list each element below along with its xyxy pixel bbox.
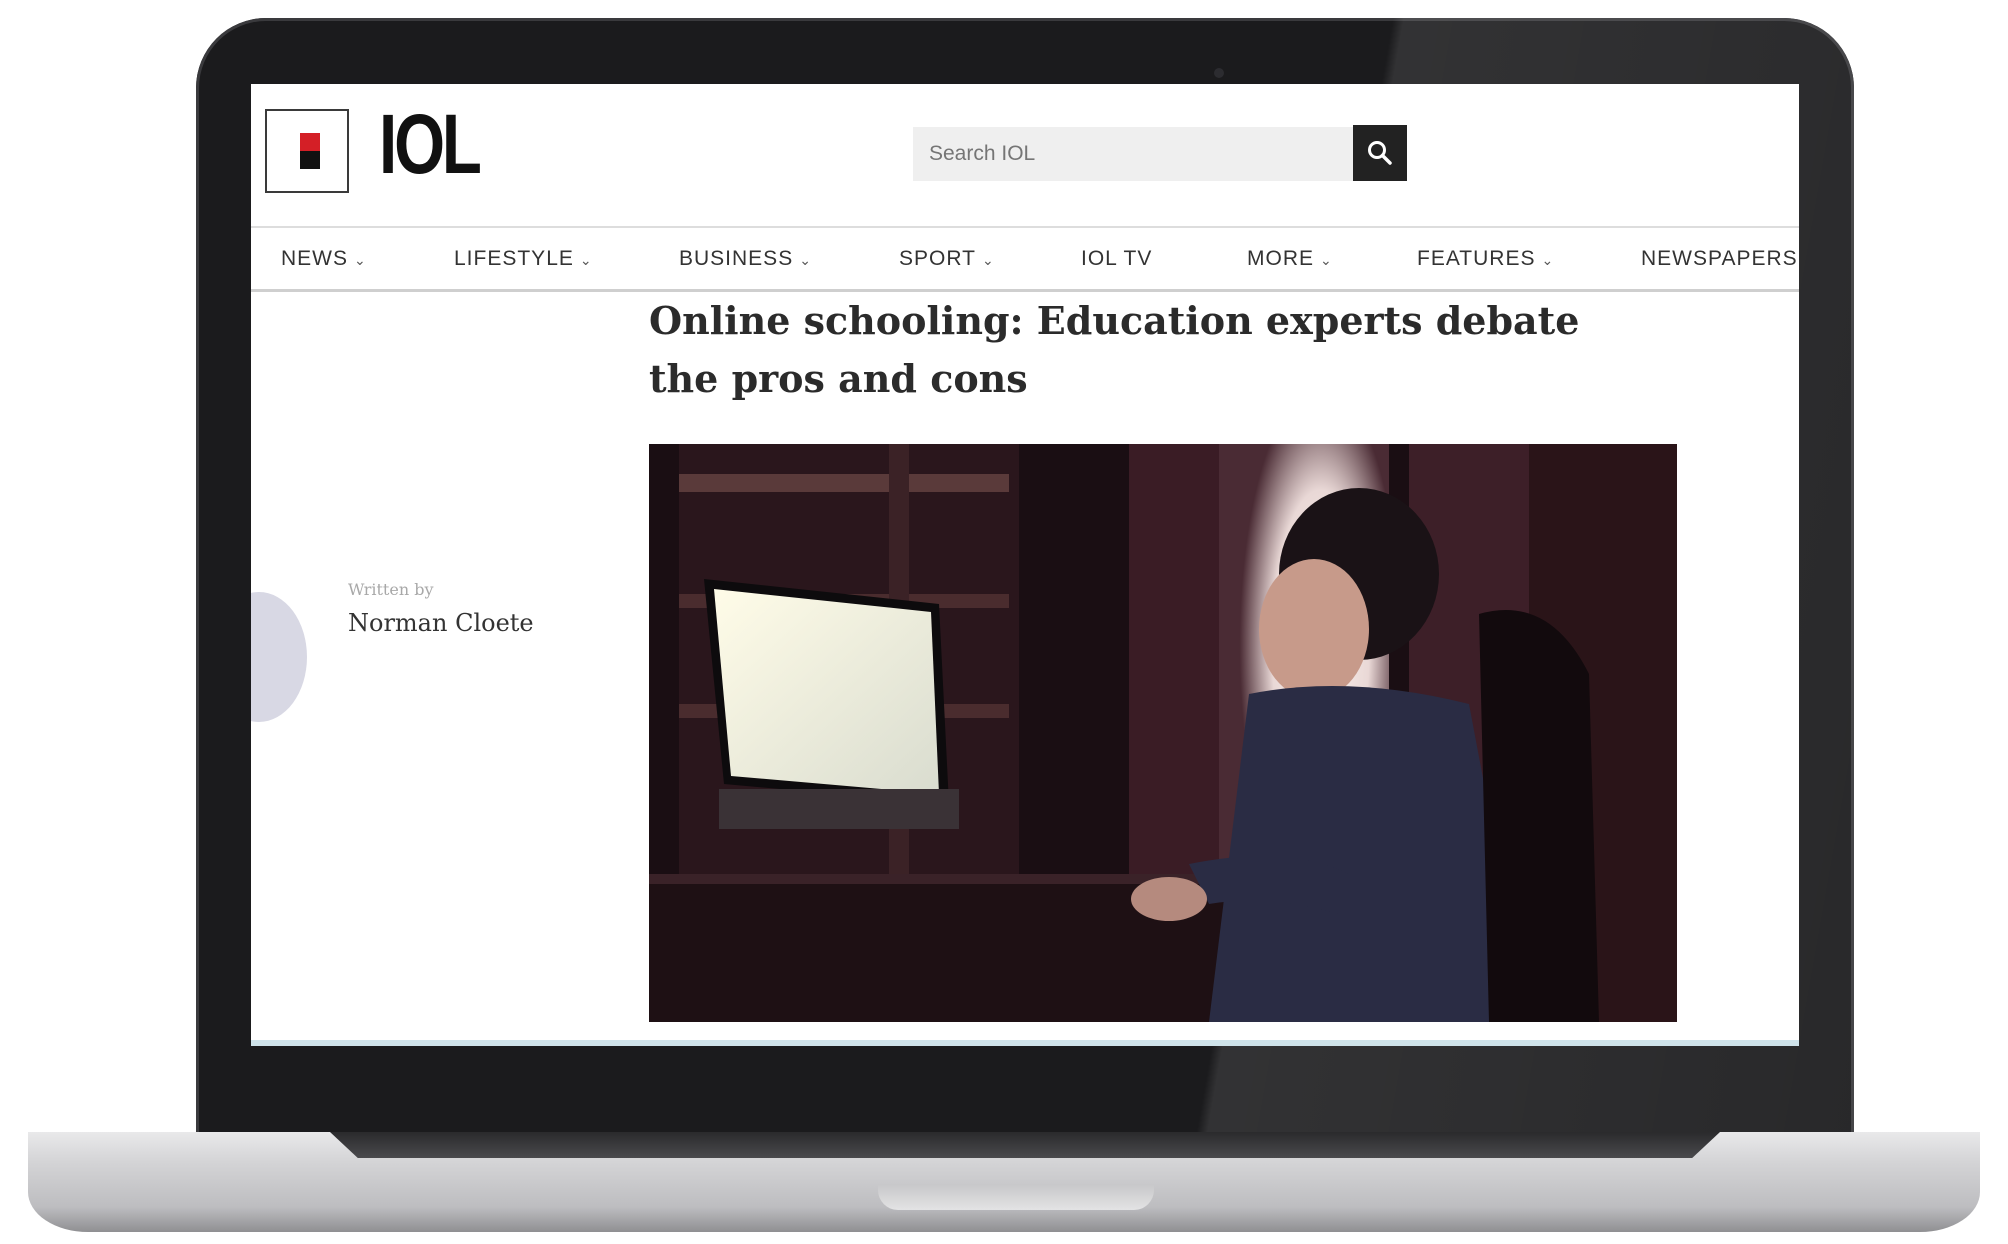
nav-label: IOL TV: [1081, 247, 1153, 270]
nav-item-lifestyle[interactable]: LIFESTYLE ⌄: [454, 228, 593, 290]
article-hero-image[interactable]: [649, 444, 1677, 1022]
search-button[interactable]: [1353, 125, 1407, 181]
main-nav: NEWS ⌄ LIFESTYLE ⌄ BUSINESS ⌄ SPORT ⌄ IOL TV…: [251, 226, 1799, 292]
logo-wordmark[interactable]: IOL: [379, 102, 482, 186]
nav-item-news[interactable]: NEWS ⌄: [281, 228, 367, 290]
search-icon: [1368, 141, 1392, 165]
logo-mark[interactable]: [265, 109, 349, 193]
search-input[interactable]: [913, 127, 1353, 181]
nav-item-sport[interactable]: SPORT ⌄: [899, 228, 995, 290]
logo-red-block: [300, 133, 320, 151]
nav-item-business[interactable]: BUSINESS ⌄: [679, 228, 812, 290]
chevron-down-icon: ⌄: [1541, 252, 1555, 268]
nav-item-iol-tv[interactable]: IOL TV: [1081, 228, 1152, 290]
article-title: Online schooling: Education experts deba…: [649, 298, 1580, 401]
browser-screen: IOL NEWS ⌄ LIFESTYLE ⌄ BUSINESS ⌄ SPORT ⌄ IO…: [251, 84, 1799, 1046]
nav-label: FEATURES: [1417, 247, 1536, 270]
author-avatar[interactable]: [251, 592, 307, 722]
nav-label: LIFESTYLE: [454, 247, 574, 270]
chevron-down-icon: ⌄: [1320, 252, 1333, 268]
author-name[interactable]: Norman Cloete: [348, 609, 534, 637]
nav-label: NEWS: [281, 247, 348, 270]
chevron-down-icon: ⌄: [354, 252, 367, 268]
byline-label: Written by: [348, 580, 434, 599]
nav-label: SPORT: [899, 247, 976, 270]
screen-bottom-edge: [251, 1040, 1799, 1046]
nav-item-features[interactable]: FEATURES ⌄: [1417, 228, 1554, 290]
nav-label: MORE: [1247, 247, 1314, 270]
laptop-hinge: [330, 1132, 1720, 1158]
hero-photo-illustration: [649, 444, 1677, 1022]
nav-item-newspapers[interactable]: NEWSPAPERS: [1641, 228, 1798, 290]
chevron-down-icon: ⌄: [981, 252, 995, 268]
webcam-icon: [1214, 68, 1224, 78]
nav-label: NEWSPAPERS: [1641, 247, 1798, 270]
nav-label: BUSINESS: [679, 247, 794, 270]
site-header: IOL: [251, 84, 1799, 226]
nav-item-more[interactable]: MORE ⌄: [1247, 228, 1333, 290]
chevron-down-icon: ⌄: [579, 252, 593, 268]
chevron-down-icon: ⌄: [799, 252, 812, 268]
laptop-notch: [878, 1184, 1154, 1210]
logo-black-block: [300, 151, 320, 169]
